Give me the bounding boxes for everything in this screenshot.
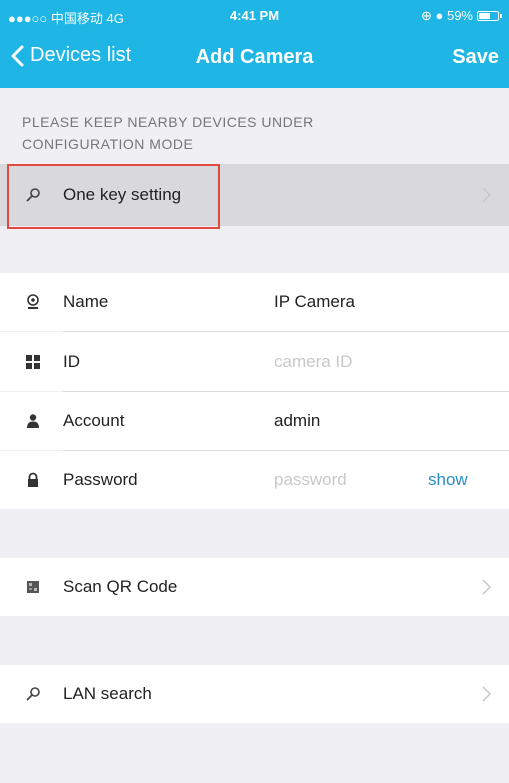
camera-id-field[interactable]: camera ID (274, 352, 352, 372)
grid-icon (24, 353, 42, 371)
chevron-right-icon (482, 686, 491, 702)
status-indicators: ⊕ ● 59% (421, 8, 502, 24)
scan-qr-label: Scan QR Code (63, 577, 178, 596)
status-icons-text: ⊕ ● 59% (421, 8, 473, 23)
name-row[interactable]: Name IP Camera (0, 273, 509, 331)
account-row[interactable]: Account admin (0, 392, 509, 450)
scan-qr-row[interactable]: Scan QR Code (0, 558, 509, 616)
chevron-right-icon (482, 579, 491, 595)
password-field[interactable]: password (274, 470, 347, 490)
qr-code-icon (24, 578, 42, 596)
lock-icon (24, 471, 42, 489)
header-bar: ●●●○○ 中国移动 4G 4:41 PM ⊕ ● 59% Devices li… (0, 0, 509, 88)
name-field[interactable]: IP Camera (274, 292, 355, 312)
lan-search-row[interactable]: LAN search (0, 665, 509, 723)
page-title: Add Camera (195, 46, 314, 68)
battery-icon (477, 11, 502, 21)
password-row[interactable]: Password password show (0, 451, 509, 509)
user-icon (24, 412, 42, 430)
id-label: ID (63, 351, 80, 371)
battery-fill (479, 13, 490, 19)
highlight-box (7, 164, 220, 229)
password-label: Password (63, 470, 138, 489)
account-label: Account (63, 411, 125, 430)
chevron-right-icon (482, 187, 491, 203)
status-bar: ●●●○○ 中国移动 4G 4:41 PM ⊕ ● 59% (0, 0, 509, 30)
webcam-icon (24, 293, 42, 311)
id-row[interactable]: ID camera ID (0, 332, 509, 391)
navigation-bar: Devices list Add Camera Save (0, 36, 509, 84)
search-icon (24, 685, 42, 703)
account-field[interactable]: admin (274, 411, 320, 431)
save-button[interactable]: Save (452, 46, 499, 69)
show-password-button[interactable]: show (428, 470, 468, 490)
configuration-hint: PLEASE KEEP NEARBY DEVICES UNDER CONFIGU… (22, 114, 314, 152)
name-label: Name (63, 292, 109, 311)
lan-search-label: LAN search (63, 684, 152, 703)
